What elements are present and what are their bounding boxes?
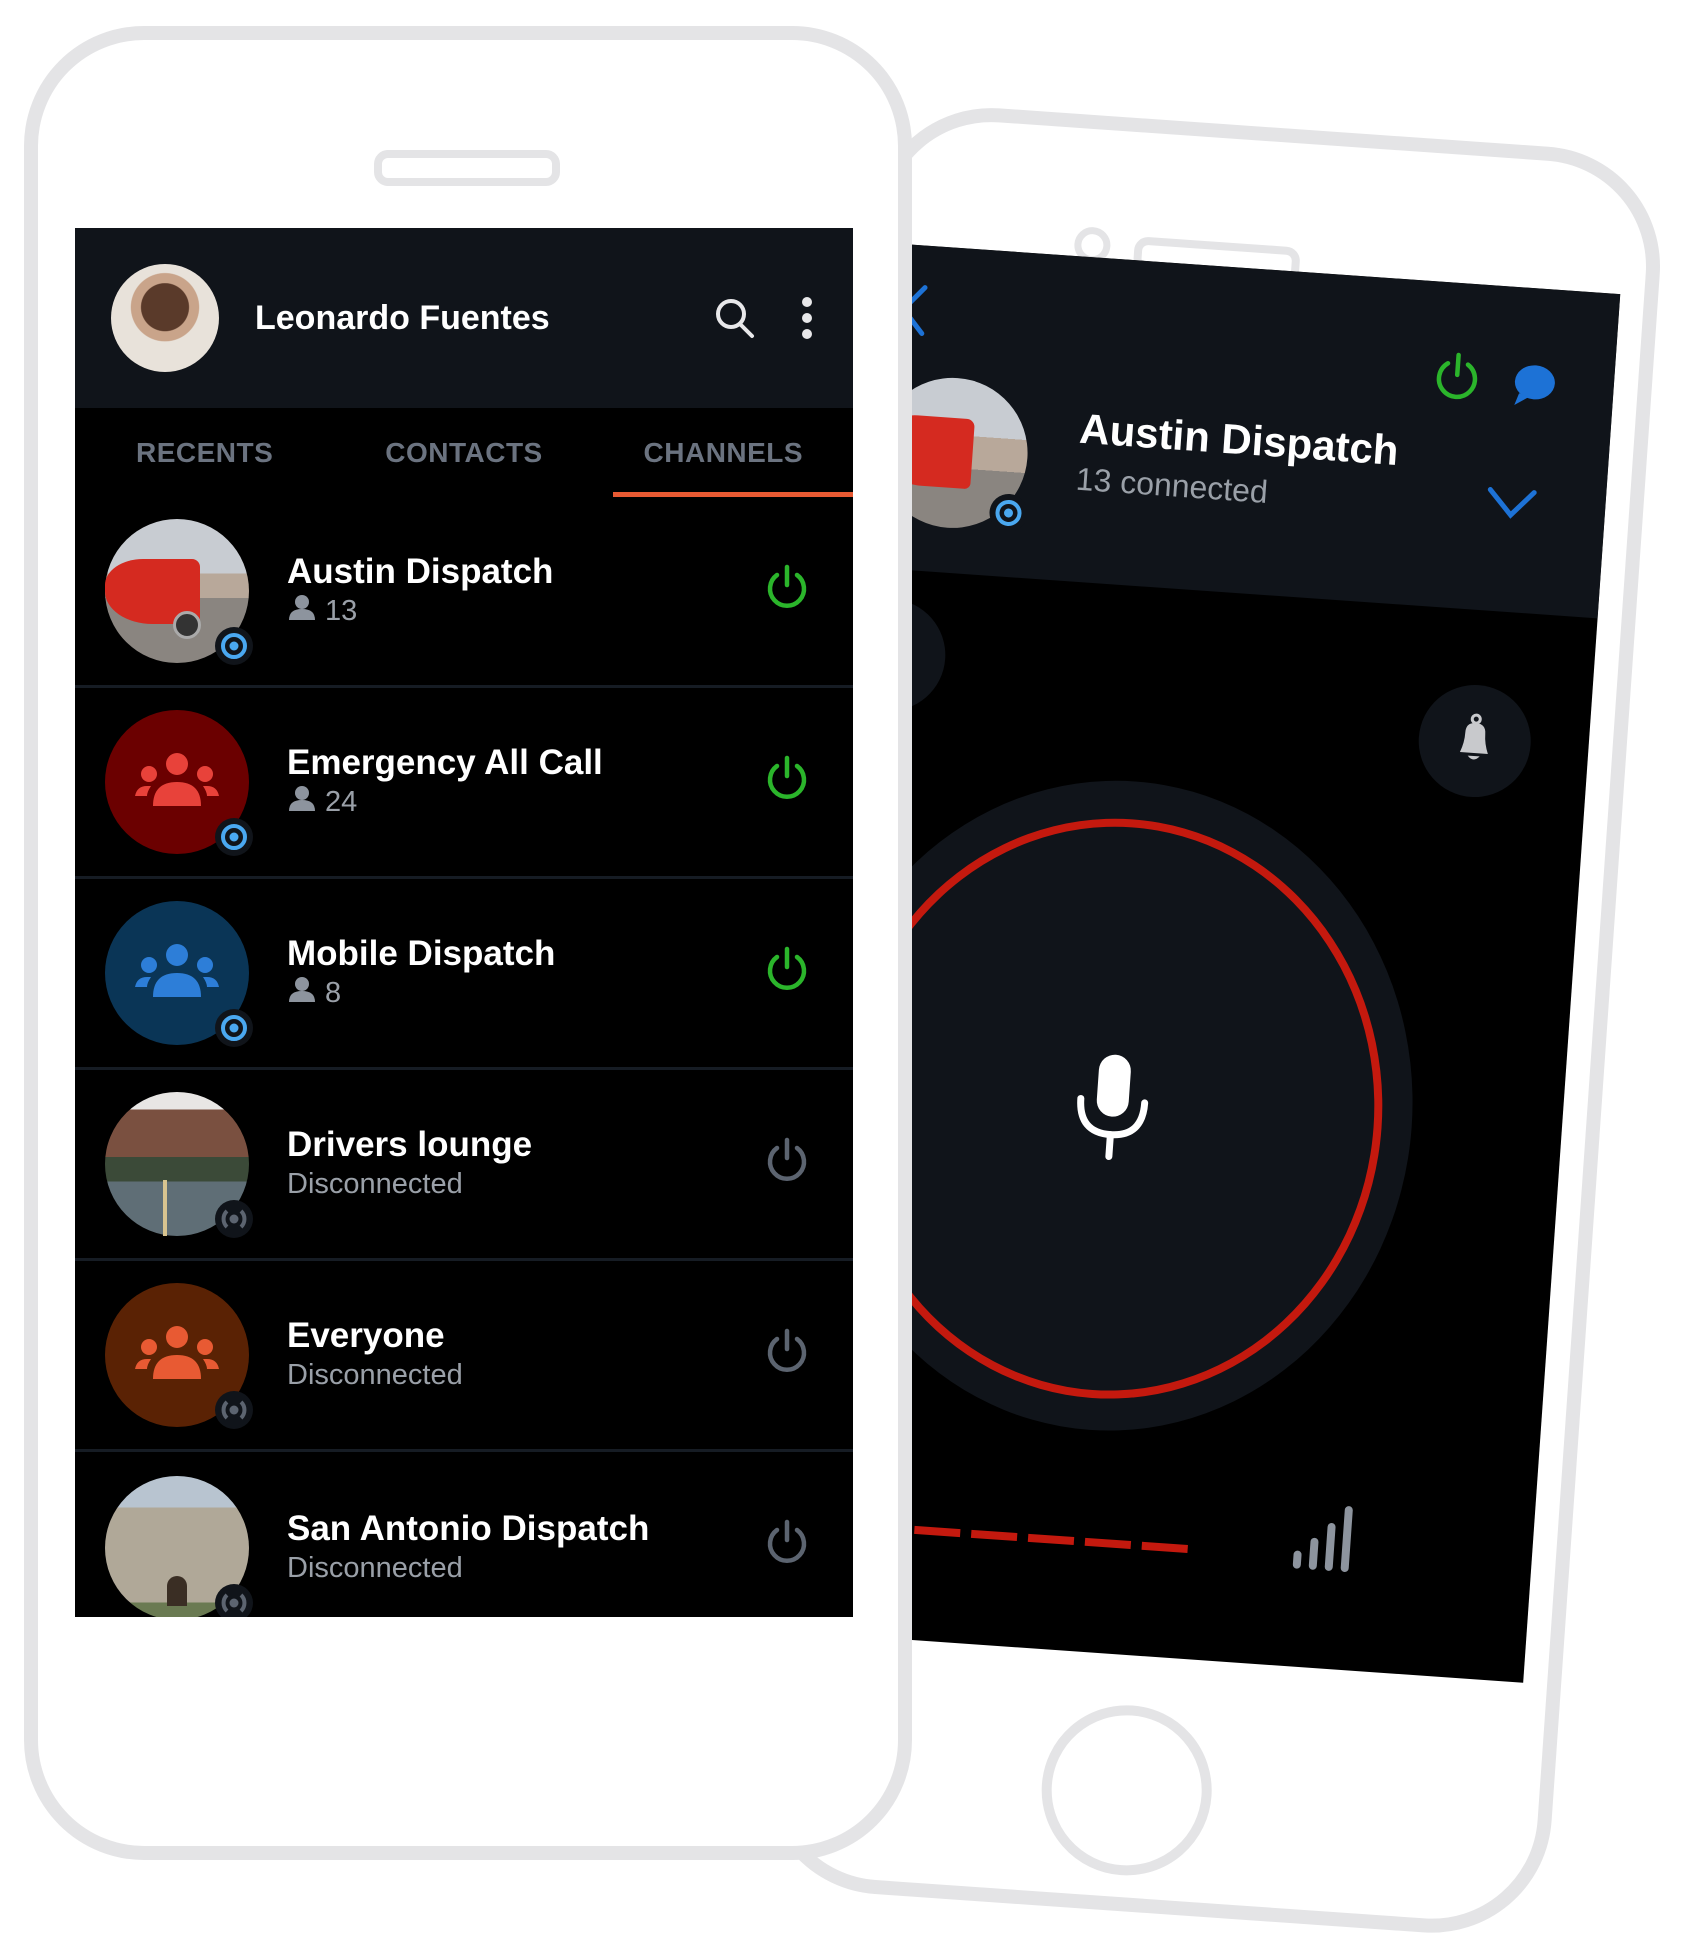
tab-recents[interactable]: RECENTS (75, 408, 334, 497)
channel-list: Austin Dispatch 13 Emergency All Call 24 (75, 497, 853, 1617)
member-count: 8 (325, 977, 342, 1009)
tab-channels[interactable]: CHANNELS (594, 408, 853, 497)
chat-bubble-icon[interactable] (1510, 361, 1559, 415)
channel-avatar-photo (105, 1475, 253, 1617)
group-icon (135, 752, 219, 813)
tab-contacts[interactable]: CONTACTS (334, 408, 593, 497)
alert-button[interactable] (1414, 681, 1535, 801)
channel-name: Mobile Dispatch (287, 934, 556, 973)
user-avatar[interactable] (111, 264, 219, 372)
group-icon (135, 943, 219, 1004)
ptt-header: Austin Dispatch 13 connected (872, 244, 1621, 619)
app-header: Leonardo Fuentes (75, 228, 853, 408)
earpiece-speaker (374, 150, 560, 186)
channel-row[interactable]: Mobile Dispatch 8 (75, 879, 853, 1070)
channel-avatar-photo (105, 519, 253, 665)
search-icon[interactable] (713, 296, 757, 345)
channel-row[interactable]: Emergency All Call 24 (75, 688, 853, 879)
microphone-icon[interactable] (1068, 1048, 1156, 1168)
scan-badge-icon (215, 627, 253, 665)
more-vertical-icon[interactable] (801, 296, 813, 345)
bell-icon (1453, 711, 1497, 771)
channel-name: Drivers lounge (287, 1125, 533, 1164)
member-count: 13 (325, 595, 358, 627)
ptt-screen: Austin Dispatch 13 connected (814, 244, 1621, 1683)
group-icon (135, 1325, 219, 1386)
scan-off-badge-icon (215, 1200, 253, 1238)
signal-strength-icon (1290, 1494, 1366, 1584)
channel-avatar-group (105, 901, 253, 1047)
channel-status: Disconnected (287, 1168, 463, 1200)
level-dash (914, 1525, 961, 1538)
channel-name: Austin Dispatch (287, 552, 554, 591)
level-dash (1141, 1541, 1188, 1553)
chevron-down-icon[interactable] (1484, 485, 1538, 526)
level-dash (1084, 1537, 1132, 1550)
person-icon (287, 783, 317, 821)
power-off-icon[interactable] (765, 1327, 809, 1380)
channel-avatar-group (105, 1283, 253, 1429)
channel-row[interactable]: San Antonio Dispatch Disconnected (75, 1452, 853, 1617)
scan-badge-icon (215, 818, 253, 856)
channel-status: Disconnected (287, 1551, 463, 1584)
connected-count: 13 connected (1074, 460, 1270, 510)
channel-name: Everyone (287, 1316, 445, 1355)
channel-avatar-group (105, 710, 253, 856)
scan-badge-icon (988, 492, 1029, 534)
person-icon (287, 592, 317, 630)
level-dash (970, 1529, 1018, 1542)
channel-avatar-photo (105, 1092, 253, 1238)
home-button[interactable] (1035, 1699, 1218, 1882)
level-dash (1027, 1533, 1075, 1546)
channel-row[interactable]: Austin Dispatch 13 (75, 497, 853, 688)
power-icon[interactable] (1432, 349, 1482, 407)
scan-badge-icon (215, 1009, 253, 1047)
power-off-icon[interactable] (765, 1136, 809, 1189)
scan-off-badge-icon (215, 1583, 253, 1617)
power-on-icon[interactable] (765, 563, 809, 616)
channels-screen: Leonardo Fuentes RECENTS CONTACTS CHANNE… (75, 228, 853, 1617)
channel-status: Disconnected (287, 1359, 463, 1391)
channel-row[interactable]: Drivers lounge Disconnected (75, 1070, 853, 1261)
member-count: 24 (325, 786, 358, 818)
channel-row[interactable]: Everyone Disconnected (75, 1261, 853, 1452)
channel-name: San Antonio Dispatch (287, 1508, 650, 1548)
tab-bar: RECENTS CONTACTS CHANNELS (75, 408, 853, 497)
channel-name: Emergency All Call (287, 743, 603, 782)
power-on-icon[interactable] (765, 945, 809, 998)
user-name: Leonardo Fuentes (255, 298, 550, 337)
person-icon (287, 974, 317, 1012)
power-on-icon[interactable] (765, 754, 809, 807)
power-off-icon[interactable] (765, 1518, 809, 1571)
scan-off-badge-icon (215, 1391, 253, 1429)
